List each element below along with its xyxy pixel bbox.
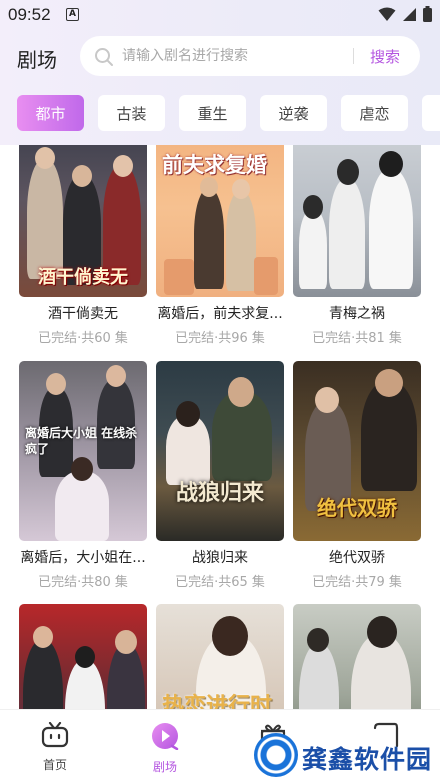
drama-name: 绝代双骄 xyxy=(329,550,385,566)
poster-title: 酒干倘卖无 xyxy=(38,267,128,288)
status-bar: 09:52 A xyxy=(0,0,440,30)
drama-poster: 离婚后大小姐 在线杀疯了 xyxy=(19,361,147,541)
nav-theater[interactable]: 剧场 xyxy=(125,722,205,775)
tab-nixi[interactable]: 逆袭 xyxy=(260,95,327,131)
drama-poster xyxy=(293,145,421,297)
drama-meta: 已完结·共79 集 xyxy=(312,575,402,590)
drama-meta: 已完结·共65 集 xyxy=(175,575,265,590)
status-time: 09:52 xyxy=(8,5,51,24)
poster-title: 绝代双骄 xyxy=(317,496,397,520)
drama-name: 青梅之祸 xyxy=(329,306,385,322)
tab-guzhuang[interactable]: 古装 xyxy=(98,95,165,131)
drama-card[interactable]: 战狼归来 战狼归来 已完结·共65 集 xyxy=(156,361,284,590)
tab-dushi[interactable]: 都市 xyxy=(17,95,84,131)
drama-meta: 已完结·共60 集 xyxy=(38,331,128,346)
drama-card[interactable] xyxy=(19,604,147,709)
drama-card[interactable]: 酒干倘卖无 酒干倘卖无 已完结·共60 集 xyxy=(19,145,147,346)
drama-meta: 已完结·共80 集 xyxy=(38,575,128,590)
drama-card[interactable]: 离婚后大小姐 在线杀疯了 离婚后，大小姐在... 已完结·共80 集 xyxy=(19,361,147,590)
page-header: 剧场 搜索 xyxy=(0,36,440,78)
poster-title: 前夫求复婚 xyxy=(162,152,267,177)
poster-title: 离婚后大小姐 在线杀疯了 xyxy=(25,426,138,456)
search-button[interactable]: 搜索 xyxy=(370,46,400,67)
drama-card[interactable]: 绝代双骄 绝代双骄 已完结·共79 集 xyxy=(293,361,421,590)
wifi-icon xyxy=(378,7,396,21)
tv-icon xyxy=(41,721,69,748)
drama-poster: 前夫求复婚 xyxy=(156,145,284,297)
nav-theater-label: 剧场 xyxy=(152,760,177,774)
watermark: 龚鑫软件园 xyxy=(252,730,440,782)
drama-poster xyxy=(293,604,421,709)
drama-meta: 已完结·共96 集 xyxy=(175,331,265,346)
search-bar[interactable]: 搜索 xyxy=(80,36,420,76)
a-icon: A xyxy=(66,8,79,21)
poster-title: 热恋进行时 xyxy=(162,693,273,709)
tab-chongsheng[interactable]: 重生 xyxy=(179,95,246,131)
category-tabs: 都市 古装 重生 逆袭 虐恋 xyxy=(17,95,440,131)
drama-card[interactable]: 青梅之祸 已完结·共81 集 xyxy=(293,145,421,346)
drama-meta: 已完结·共81 集 xyxy=(312,331,402,346)
drama-card[interactable]: 热恋进行时 xyxy=(156,604,284,709)
drama-poster xyxy=(19,604,147,709)
drama-poster: 酒干倘卖无 xyxy=(19,145,147,297)
search-divider xyxy=(353,48,354,64)
nav-home[interactable]: 首页 xyxy=(15,721,95,773)
drama-poster: 绝代双骄 xyxy=(293,361,421,541)
drama-name: 离婚后，大小姐在... xyxy=(20,550,146,566)
watermark-logo xyxy=(254,733,298,777)
tab-nuelian[interactable]: 虐恋 xyxy=(341,95,408,131)
drama-poster: 战狼归来 xyxy=(156,361,284,541)
drama-name: 离婚后，前夫求复... xyxy=(157,306,283,322)
drama-card[interactable]: 前夫求复婚 离婚后，前夫求复... 已完结·共96 集 xyxy=(156,145,284,346)
drama-card[interactable] xyxy=(293,604,421,709)
watermark-text: 龚鑫软件园 xyxy=(302,745,433,774)
drama-grid: 酒干倘卖无 酒干倘卖无 已完结·共60 集 前夫求复婚 离婚后，前夫求复... … xyxy=(0,145,440,709)
signal-icon xyxy=(403,7,416,21)
drama-name: 酒干倘卖无 xyxy=(48,306,118,322)
search-icon xyxy=(95,48,113,66)
poster-title: 战狼归来 xyxy=(175,480,264,506)
tab-more[interactable] xyxy=(422,95,440,131)
drama-poster: 热恋进行时 xyxy=(156,604,284,709)
status-icons xyxy=(378,6,432,22)
nav-home-label: 首页 xyxy=(42,758,67,772)
battery-icon xyxy=(423,6,432,22)
page-title: 剧场 xyxy=(17,48,57,72)
drama-name: 战狼归来 xyxy=(192,550,248,566)
play-icon xyxy=(152,723,179,751)
search-input[interactable] xyxy=(122,44,352,68)
